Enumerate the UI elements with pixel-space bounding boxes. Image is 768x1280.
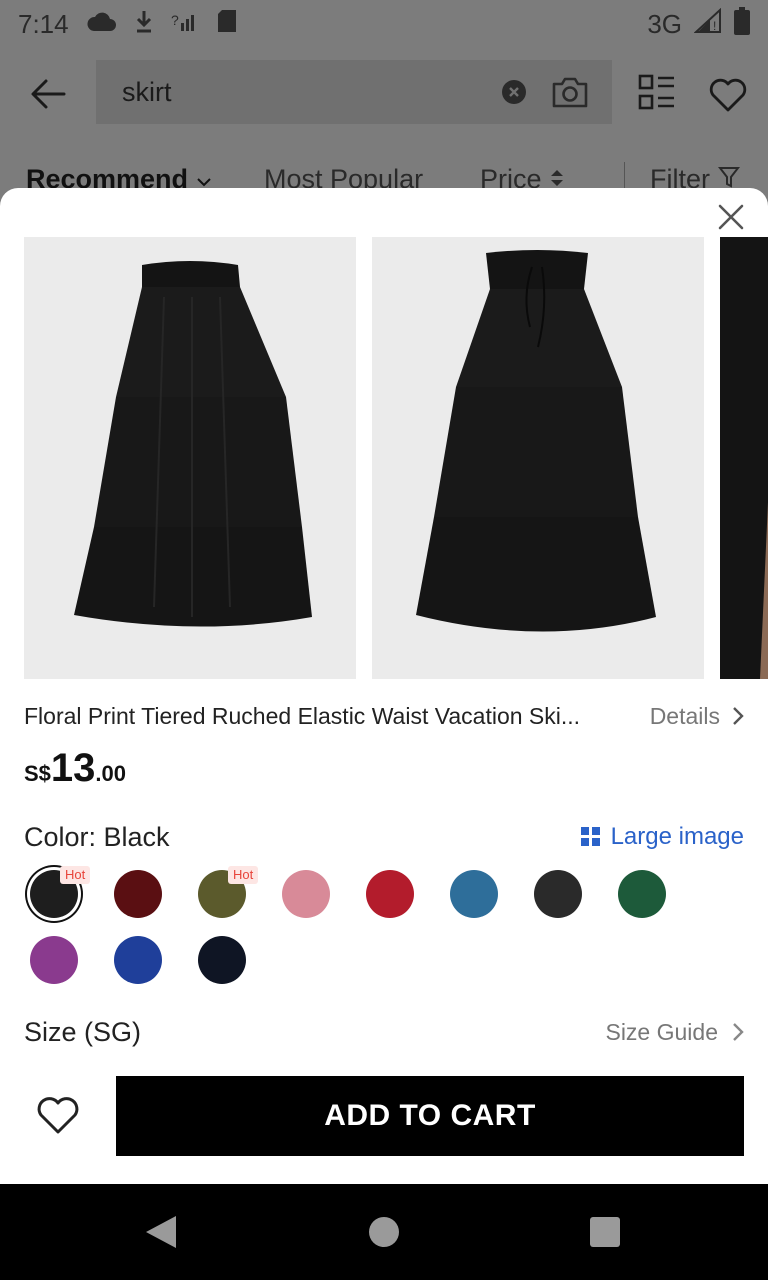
price-currency: S$: [24, 761, 51, 786]
size-guide-label: Size Guide: [605, 1018, 718, 1045]
color-swatch[interactable]: [30, 936, 78, 984]
color-swatch[interactable]: [366, 870, 414, 918]
model-image: [720, 237, 768, 679]
product-price: S$13.00: [24, 746, 126, 791]
product-image-2[interactable]: [372, 237, 704, 679]
size-label: Size (SG): [24, 1016, 142, 1047]
search-query: skirt: [122, 76, 172, 107]
download-icon: [135, 9, 153, 40]
color-swatch[interactable]: [282, 870, 330, 918]
nav-home-icon[interactable]: [368, 1216, 400, 1253]
network-type: 3G: [647, 8, 682, 39]
large-image-toggle[interactable]: Large image: [580, 823, 744, 851]
no-signal-icon: ?: [171, 9, 199, 40]
add-to-wishlist-heart-icon[interactable]: [32, 1088, 84, 1140]
wishlist-heart-icon[interactable]: [706, 72, 750, 116]
color-swatch[interactable]: [114, 936, 162, 984]
color-swatch[interactable]: [534, 870, 582, 918]
product-title: Floral Print Tiered Ruched Elastic Waist…: [24, 702, 581, 729]
filter-icon: [717, 167, 740, 188]
sort-arrows-icon: [551, 170, 564, 186]
add-to-cart-button[interactable]: ADD TO CART: [116, 1076, 744, 1156]
svg-text:!: !: [713, 19, 716, 33]
status-bar: 7:14 ? 3G !: [0, 0, 768, 48]
price-integer: 13: [50, 746, 96, 790]
chevron-right-icon: [733, 1023, 744, 1041]
skirt-side-image: [416, 250, 656, 632]
nav-back-icon[interactable]: [144, 1214, 178, 1255]
price-decimal: .00: [95, 761, 127, 786]
grid-icon: [580, 827, 600, 846]
search-input[interactable]: skirt: [96, 60, 612, 124]
details-link[interactable]: Details: [650, 703, 744, 730]
list-view-icon[interactable]: [634, 72, 678, 116]
color-label: Color: Black: [24, 821, 170, 852]
search-header: skirt: [0, 48, 768, 140]
chevron-down-icon: [196, 178, 211, 187]
cloud-icon: [87, 9, 117, 40]
large-image-label: Large image: [610, 823, 744, 850]
clear-icon[interactable]: [502, 80, 526, 104]
color-swatch[interactable]: [198, 936, 246, 984]
details-label: Details: [649, 702, 720, 729]
color-swatch[interactable]: [618, 870, 666, 918]
product-image-gallery[interactable]: [24, 237, 768, 679]
skirt-front-image: [74, 261, 312, 627]
close-icon[interactable]: [716, 202, 746, 232]
color-swatch[interactable]: [114, 870, 162, 918]
camera-icon[interactable]: [550, 72, 590, 112]
hot-badge: Hot: [228, 866, 259, 884]
battery-icon: [734, 6, 750, 42]
hot-badge: Hot: [60, 866, 91, 884]
size-guide-link[interactable]: Size Guide: [605, 1019, 744, 1046]
color-row: Color: Black Large image: [24, 820, 744, 854]
product-image-3[interactable]: [720, 237, 768, 679]
chevron-right-icon: [733, 707, 744, 725]
clock: 7:14: [18, 8, 69, 39]
nav-recents-icon[interactable]: [590, 1217, 620, 1252]
size-row: Size (SG) Size Guide: [24, 1014, 744, 1050]
back-arrow-icon[interactable]: [22, 68, 74, 120]
sd-card-icon: [217, 9, 237, 40]
quick-view-sheet: Floral Print Tiered Ruched Elastic Waist…: [0, 188, 768, 1184]
product-image-1[interactable]: [24, 237, 356, 679]
product-title-row: Floral Print Tiered Ruched Elastic Waist…: [24, 700, 744, 732]
color-swatch[interactable]: [450, 870, 498, 918]
signal-icon: !: [693, 7, 722, 41]
svg-text:?: ?: [171, 12, 179, 28]
android-nav-bar: [0, 1184, 768, 1280]
